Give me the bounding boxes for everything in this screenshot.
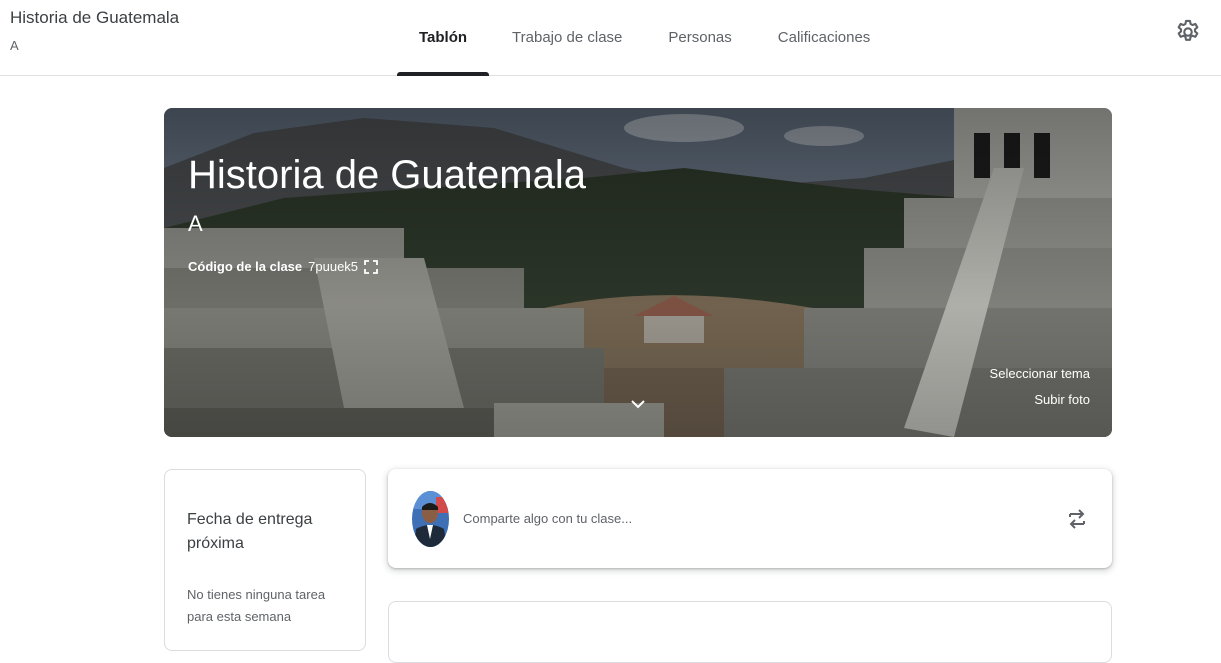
tab-grades[interactable]: Calificaciones <box>755 0 894 75</box>
course-title[interactable]: Historia de Guatemala <box>10 8 179 28</box>
class-code-label: Código de la clase <box>188 259 303 274</box>
tab-stream-label: Tablón <box>419 29 468 46</box>
tab-classwork[interactable]: Trabajo de clase <box>489 0 645 75</box>
tab-people[interactable]: Personas <box>645 0 754 75</box>
chevron-down-icon[interactable] <box>630 398 646 410</box>
banner-class-title: Historia de Guatemala <box>188 153 586 197</box>
gear-icon[interactable] <box>1174 18 1202 46</box>
tab-stream[interactable]: Tablón <box>397 0 490 76</box>
upcoming-card: Fecha de entrega próxima No tienes ningu… <box>164 469 366 651</box>
avatar-image <box>412 491 449 547</box>
banner-class-section: A <box>188 211 203 236</box>
upcoming-heading: Fecha de entrega próxima <box>187 511 313 552</box>
stream-post-card <box>388 601 1112 663</box>
upload-photo-link[interactable]: Subir foto <box>1034 392 1090 407</box>
tab-grades-label: Calificaciones <box>777 29 871 46</box>
tab-people-label: Personas <box>668 29 732 46</box>
avatar <box>412 491 449 547</box>
share-box[interactable]: Comparte algo con tu clase... <box>388 469 1112 568</box>
class-banner: Historia de Guatemala A Código de la cla… <box>164 108 1112 437</box>
active-tab-indicator <box>397 72 490 76</box>
select-theme-link[interactable]: Seleccionar tema <box>990 366 1090 381</box>
class-code-value[interactable]: 7puuek5 <box>308 259 358 274</box>
share-input[interactable]: Comparte algo con tu clase... <box>463 511 632 526</box>
top-app-bar: Historia de Guatemala A Tablón Trabajo d… <box>0 0 1221 76</box>
course-section: A <box>10 38 19 53</box>
class-code: Código de la clase 7puuek5 <box>188 259 378 274</box>
upcoming-body: No tienes ninguna tarea para esta semana <box>187 587 326 624</box>
fullscreen-icon[interactable] <box>364 259 378 274</box>
tab-classwork-label: Trabajo de clase <box>512 29 623 46</box>
repost-icon[interactable] <box>1066 505 1088 533</box>
class-tabs: Tablón Trabajo de clase Personas Calific… <box>397 0 894 76</box>
